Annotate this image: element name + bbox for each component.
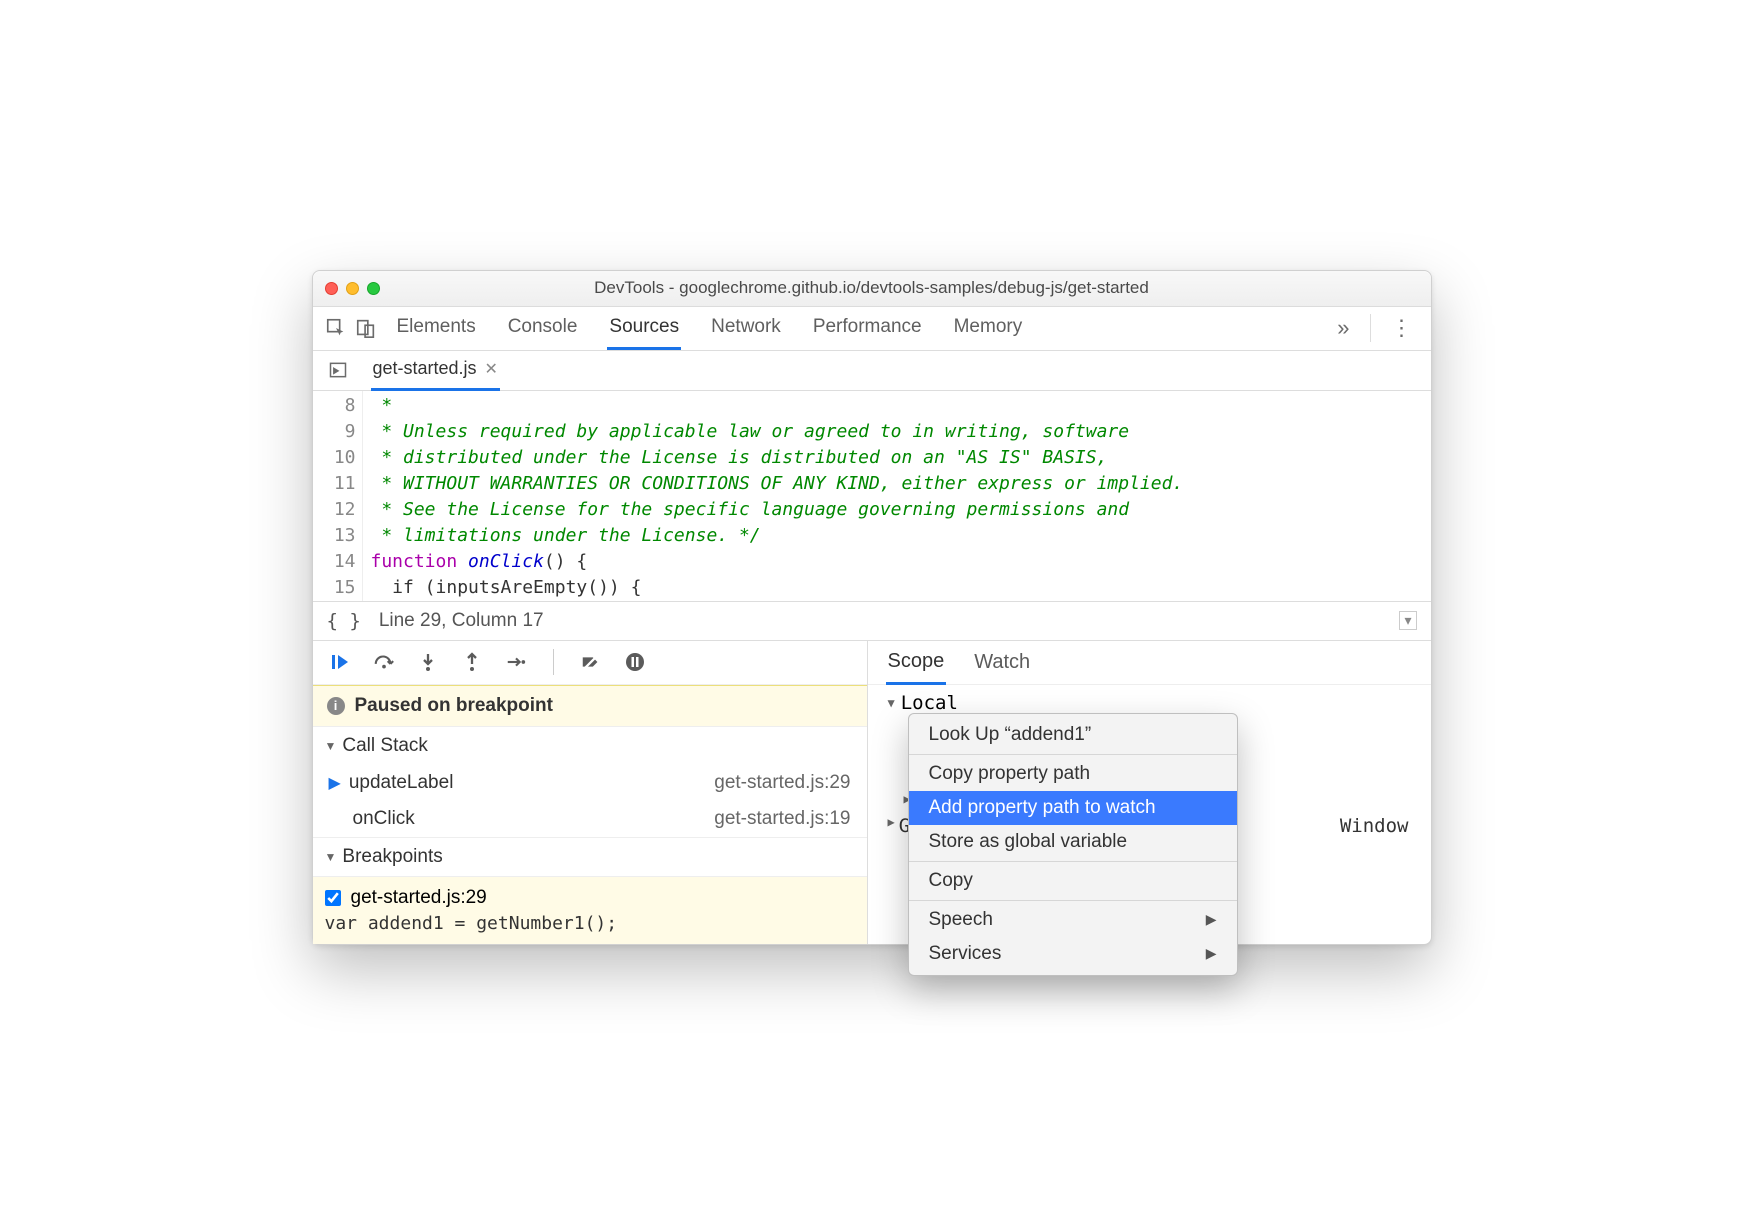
menu-item[interactable]: Look Up “addend1”: [909, 718, 1237, 752]
status-dropdown-icon[interactable]: ▾: [1399, 611, 1416, 630]
navigator-toggle-icon[interactable]: [323, 360, 353, 380]
file-tabs: get-started.js ✕: [313, 351, 1431, 391]
step-icon[interactable]: [505, 651, 527, 673]
callstack-pane: i Paused on breakpoint ▼ Call Stack ▶upd…: [313, 641, 868, 944]
menu-item[interactable]: Add property path to watch: [909, 791, 1237, 825]
inspect-element-icon[interactable]: [321, 313, 351, 343]
breakpoint-location[interactable]: get-started.js:29: [351, 887, 487, 909]
scope-global-type: Window: [1340, 815, 1421, 837]
tab-performance[interactable]: Performance: [811, 306, 924, 350]
menu-item[interactable]: Copy property path: [909, 757, 1237, 791]
separator: [1370, 314, 1371, 342]
step-over-icon[interactable]: [373, 651, 395, 673]
paused-banner: i Paused on breakpoint: [313, 685, 867, 726]
device-toolbar-icon[interactable]: [351, 313, 381, 343]
editor-status-bar: { } Line 29, Column 17 ▾: [313, 601, 1431, 641]
more-menu-icon[interactable]: ⋮: [1381, 315, 1423, 341]
cursor-position: Line 29, Column 17: [379, 610, 544, 632]
menu-item[interactable]: Copy: [909, 864, 1237, 898]
pretty-print-icon[interactable]: { }: [327, 610, 361, 632]
scope-tab-watch[interactable]: Watch: [972, 641, 1032, 683]
scope-tabs: Scope Watch: [868, 641, 1431, 685]
breakpoints-label: Breakpoints: [342, 846, 442, 868]
file-tab-label: get-started.js: [373, 358, 477, 379]
pause-exceptions-icon[interactable]: [624, 651, 646, 673]
step-out-icon[interactable]: [461, 651, 483, 673]
separator: [553, 649, 554, 675]
deactivate-breakpoints-icon[interactable]: [580, 651, 602, 673]
line-gutter: 8910111213141516: [313, 391, 363, 601]
callstack-header[interactable]: ▼ Call Stack: [313, 726, 867, 765]
titlebar: DevTools - googlechrome.github.io/devtoo…: [313, 271, 1431, 307]
callstack-frame[interactable]: ▶updateLabelget-started.js:29: [313, 765, 867, 801]
tab-sources[interactable]: Sources: [607, 306, 681, 350]
menu-item[interactable]: Store as global variable: [909, 825, 1237, 859]
context-menu: Look Up “addend1” Copy property pathAdd p…: [908, 713, 1238, 976]
debug-toolbar: [313, 641, 867, 685]
paused-text: Paused on breakpoint: [355, 695, 553, 717]
window-title: DevTools - googlechrome.github.io/devtoo…: [313, 278, 1431, 298]
menu-item[interactable]: Services▶: [909, 937, 1237, 971]
tab-memory[interactable]: Memory: [952, 306, 1025, 350]
info-icon: i: [327, 697, 345, 715]
menu-item[interactable]: Speech▶: [909, 903, 1237, 937]
panel-tabs: Elements Console Sources Network Performance…: [395, 306, 1328, 350]
code-lines: * * Unless required by applicable law or…: [363, 391, 1184, 601]
resume-icon[interactable]: [329, 651, 351, 673]
breakpoint-checkbox[interactable]: [325, 890, 341, 906]
collapse-icon: ▼: [325, 850, 337, 864]
main-toolbar: Elements Console Sources Network Performance…: [313, 307, 1431, 351]
scope-body: ▼ Local addend1 ad su ▶ th ▶ G: [868, 685, 1431, 843]
scope-local-label: Local: [901, 692, 958, 714]
tab-network[interactable]: Network: [709, 306, 783, 350]
callstack-label: Call Stack: [342, 735, 428, 757]
devtools-window: DevTools - googlechrome.github.io/devtoo…: [312, 270, 1432, 945]
breakpoint-item: get-started.js:29 var addend1 = getNumbe…: [313, 876, 867, 944]
scope-pane: ScopeWatch ▼ Local addend1 ad su ▶ th: [868, 641, 1431, 944]
callstack-frame[interactable]: onClickget-started.js:19: [313, 801, 867, 837]
breakpoint-code: var addend1 = getNumber1();: [325, 909, 855, 934]
breakpoints-header[interactable]: ▼ Breakpoints: [313, 837, 867, 876]
tab-console[interactable]: Console: [506, 306, 580, 350]
debugger-panes: i Paused on breakpoint ▼ Call Stack ▶upd…: [313, 641, 1431, 944]
close-tab-icon[interactable]: ✕: [485, 359, 498, 379]
tab-elements[interactable]: Elements: [395, 306, 478, 350]
file-tab-active[interactable]: get-started.js ✕: [371, 349, 500, 391]
scope-local-header[interactable]: ▼ Local: [878, 691, 1421, 715]
collapse-icon: ▼: [325, 739, 337, 753]
overflow-tabs-icon[interactable]: »: [1327, 315, 1359, 341]
code-editor[interactable]: 8910111213141516 * * Unless required by …: [313, 391, 1431, 601]
step-into-icon[interactable]: [417, 651, 439, 673]
scope-tab-scope[interactable]: Scope: [886, 640, 947, 685]
